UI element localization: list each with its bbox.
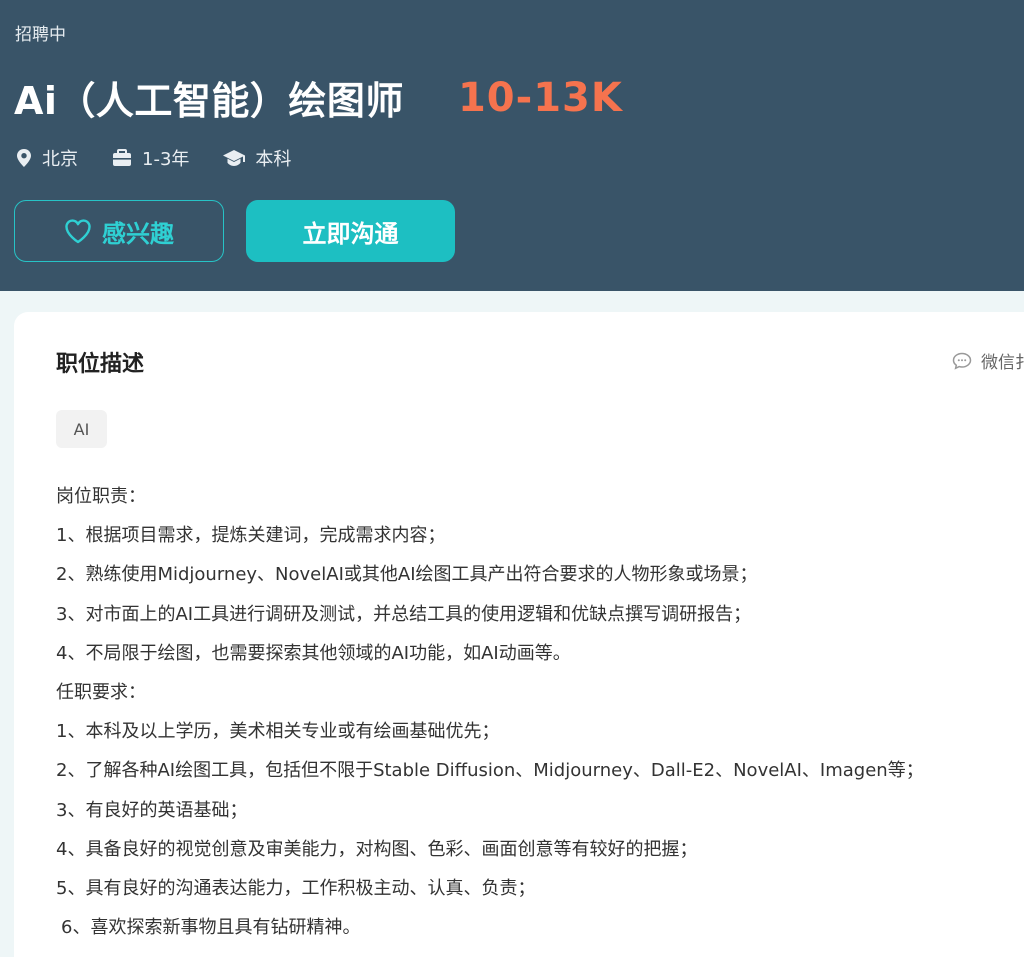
location-item: 北京	[16, 145, 78, 171]
wechat-share[interactable]: 微信扌	[952, 348, 1024, 373]
chat-label: 立即沟通	[302, 219, 399, 248]
title-row: Ai（人工智能）绘图师 10-13K	[14, 70, 623, 125]
desc-line: 6、喜欢探索新事物且具有钻研精神。	[61, 917, 361, 939]
skill-tag: AI	[56, 410, 107, 448]
desc-line: 3、有良好的英语基础；	[56, 799, 248, 821]
desc-line: 4、具备良好的视觉创意及审美能力，对构图、色彩、画面创意等有较好的把握；	[56, 838, 698, 860]
desc-line: 1、根据项目需求，提炼关建词，完成需求内容；	[56, 525, 446, 547]
heart-icon	[65, 219, 91, 244]
recruiting-status: 招聘中	[15, 25, 66, 45]
job-description-card: 职位描述 微信扌 AI 岗位职责： 1、根据项目需求，提炼关建词，完成需求内容；…	[14, 312, 1024, 957]
education-text: 本科	[255, 149, 292, 170]
chat-bubble-icon	[952, 352, 972, 370]
desc-line: 5、具有良好的沟通表达能力，工作积极主动、认真、负责；	[56, 877, 536, 899]
job-description: 岗位职责： 1、根据项目需求，提炼关建词，完成需求内容； 2、熟练使用Midjo…	[56, 477, 1024, 947]
location-pin-icon	[17, 149, 31, 167]
chat-now-button[interactable]: 立即沟通	[246, 200, 455, 262]
graduation-cap-icon	[223, 150, 246, 166]
salary: 10-13K	[457, 74, 623, 121]
interest-label: 感兴趣	[102, 219, 174, 248]
location-text: 北京	[42, 149, 78, 170]
desc-line: 2、了解各种AI绘图工具，包括但不限于Stable Diffusion、Midj…	[56, 760, 924, 782]
desc-line: 3、对市面上的AI工具进行调研及测试，并总结工具的使用逻辑和优缺点撰写调研报告；	[56, 603, 752, 625]
briefcase-icon	[113, 149, 131, 166]
experience-item: 1-3年	[112, 145, 189, 171]
job-meta: 北京 1-3年 本科	[16, 145, 325, 171]
share-label: 微信扌	[981, 353, 1024, 373]
desc-line: 岗位职责：	[56, 486, 146, 507]
job-title: Ai（人工智能）绘图师	[14, 79, 404, 123]
job-header: 招聘中 Ai（人工智能）绘图师 10-13K 北京 1-3年 本科 感兴趣 立即…	[0, 0, 1024, 291]
desc-line: 2、熟练使用Midjourney、NovelAI或其他AI绘图工具产出符合要求的…	[56, 564, 758, 586]
desc-line: 任职要求：	[56, 681, 146, 703]
section-title: 职位描述	[56, 352, 145, 377]
experience-text: 1-3年	[142, 149, 190, 170]
interest-button[interactable]: 感兴趣	[14, 200, 224, 262]
desc-line: 1、本科及以上学历，美术相关专业或有绘画基础优先；	[56, 721, 500, 743]
desc-line: 4、不局限于绘图，也需要探索其他领域的AI功能，如AI动画等。	[56, 642, 571, 664]
education-item: 本科	[223, 145, 291, 171]
